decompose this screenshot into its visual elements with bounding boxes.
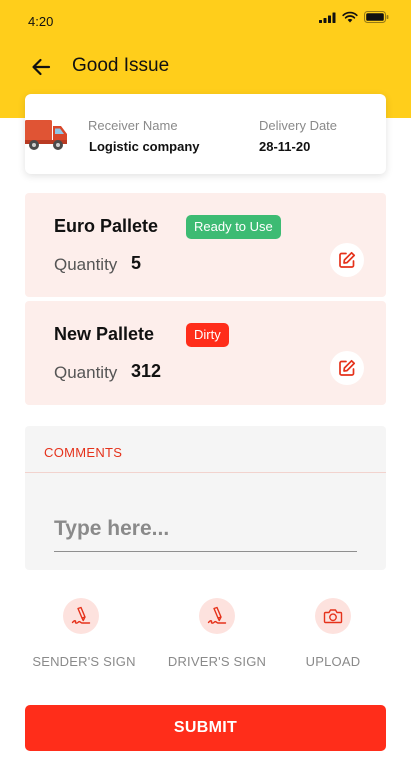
receiver-value: Logistic company bbox=[89, 139, 200, 154]
delivery-truck-icon bbox=[25, 120, 67, 150]
action-icon-circle bbox=[63, 598, 99, 634]
status-badge: Dirty bbox=[186, 323, 229, 347]
receiver-label: Receiver Name bbox=[88, 118, 178, 133]
upload-button[interactable]: UPLOAD bbox=[273, 598, 393, 672]
quantity-value: 312 bbox=[131, 361, 162, 381]
camera-icon bbox=[323, 609, 343, 624]
edit-icon bbox=[339, 251, 356, 268]
drivers-sign-label: DRIVER'S SIGN bbox=[167, 654, 267, 669]
signature-icon bbox=[71, 606, 91, 624]
status-icons bbox=[319, 11, 389, 23]
edit-button[interactable] bbox=[330, 351, 364, 385]
quantity-value: 5 bbox=[131, 253, 142, 273]
edit-icon bbox=[339, 359, 356, 376]
status-bar: 4:20 bbox=[0, 0, 411, 42]
pallet-name: Euro Pallete bbox=[54, 216, 159, 236]
comments-label: COMMENTS bbox=[44, 445, 123, 460]
wifi-icon bbox=[342, 11, 358, 23]
status-badge: Ready to Use bbox=[186, 215, 281, 239]
comments-input[interactable] bbox=[54, 506, 357, 552]
signature-icon bbox=[207, 606, 227, 624]
back-button[interactable] bbox=[28, 54, 54, 80]
drivers-sign-button[interactable]: DRIVER'S SIGN bbox=[157, 598, 277, 672]
delivery-date-label: Delivery Date bbox=[259, 118, 338, 133]
action-icon-circle bbox=[315, 598, 351, 634]
senders-sign-label: SENDER'S SIGN bbox=[32, 654, 136, 669]
comments-divider bbox=[25, 472, 386, 473]
pallet-name: New Pallete bbox=[54, 324, 155, 344]
action-icon-circle bbox=[199, 598, 235, 634]
battery-icon bbox=[364, 11, 389, 23]
submit-button[interactable]: SUBMIT bbox=[25, 705, 386, 751]
quantity-label: Quantity bbox=[54, 255, 118, 274]
comments-card: COMMENTS bbox=[25, 426, 386, 570]
quantity-label: Quantity bbox=[54, 363, 118, 382]
delivery-date-value: 28-11-20 bbox=[259, 139, 311, 154]
status-time: 4:20 bbox=[28, 14, 54, 29]
upload-label: UPLOAD bbox=[305, 654, 361, 669]
pallet-card: Euro Pallete Ready to Use Quantity 5 bbox=[25, 193, 386, 297]
arrow-left-icon bbox=[32, 58, 51, 76]
signal-icon bbox=[319, 12, 336, 23]
edit-button[interactable] bbox=[330, 243, 364, 277]
delivery-info-card: Receiver Name Logistic company Delivery … bbox=[25, 94, 386, 174]
pallet-card: New Pallete Dirty Quantity 312 bbox=[25, 301, 386, 405]
page-title: Good Issue bbox=[72, 55, 170, 76]
senders-sign-button[interactable]: SENDER'S SIGN bbox=[24, 598, 144, 672]
